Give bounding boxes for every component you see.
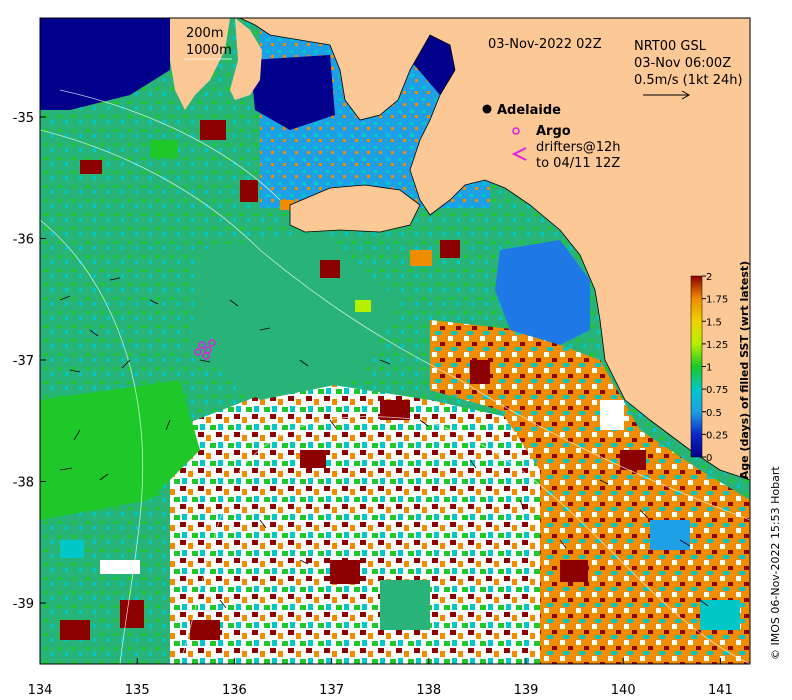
colorbar-tick-label: 2: [706, 272, 712, 283]
x-tick-label: 135: [125, 683, 150, 698]
adelaide-label: Adelaide: [497, 103, 561, 118]
drifter-legend-line1: drifters@12h: [536, 140, 621, 155]
colorbar-tick-label: 0.75: [706, 385, 728, 396]
x-tick-label: 134: [28, 683, 53, 698]
y-tick-label: -39: [13, 597, 34, 612]
credit-text: © IMOS 06-Nov-2022 15:53 Hobart: [769, 466, 782, 660]
colorbar-tick-label: 1.75: [706, 295, 728, 306]
colorbar-tick-label: 0.5: [706, 408, 722, 419]
product-line-1: NRT00 GSL: [634, 39, 707, 54]
x-tick-label: 136: [222, 683, 247, 698]
credit-line: © IMOS 06-Nov-2022 15:53 Hobart: [769, 466, 782, 670]
product-line-2: 03-Nov 06:00Z: [634, 56, 731, 71]
colorbar-tick-label: 0.25: [706, 430, 728, 441]
y-tick-label: -35: [13, 111, 34, 126]
sst-age-map: 134 135 136 137 138 139 140 141 -35 -36 -37 -38 -39…: [13, 17, 751, 698]
argo-legend-label: Argo: [536, 124, 571, 139]
x-tick-label: 137: [319, 683, 344, 698]
x-tick-label: 141: [708, 683, 733, 698]
x-tick-label: 139: [514, 683, 539, 698]
y-tick-label: -37: [13, 354, 34, 369]
map-plot-area: [40, 18, 750, 664]
colorbar-tick-label: 1.25: [706, 340, 728, 351]
map-timestamp: 03-Nov-2022 02Z: [488, 37, 602, 52]
ocean-south-region: [170, 380, 560, 664]
y-tick-label: -36: [13, 233, 34, 248]
colorbar: [690, 275, 703, 458]
y-tick-label: -38: [13, 476, 34, 491]
x-tick-label: 140: [611, 683, 636, 698]
depth-label-200m: 200m: [186, 26, 223, 41]
product-line-3: 0.5m/s (1kt 24h): [634, 73, 743, 88]
colorbar-tick-label: 1: [706, 363, 712, 374]
colorbar-label: Age (days) of filled SST (wrt latest): [738, 261, 751, 479]
colorbar-tick-label: 1.5: [706, 317, 722, 328]
adelaide-marker-icon: [482, 104, 492, 114]
colorbar-tick-label: 0: [706, 453, 712, 464]
depth-label-1000m: 1000m: [186, 43, 232, 58]
drifter-legend-line2: to 04/11 12Z: [536, 156, 620, 171]
x-tick-label: 138: [416, 683, 441, 698]
